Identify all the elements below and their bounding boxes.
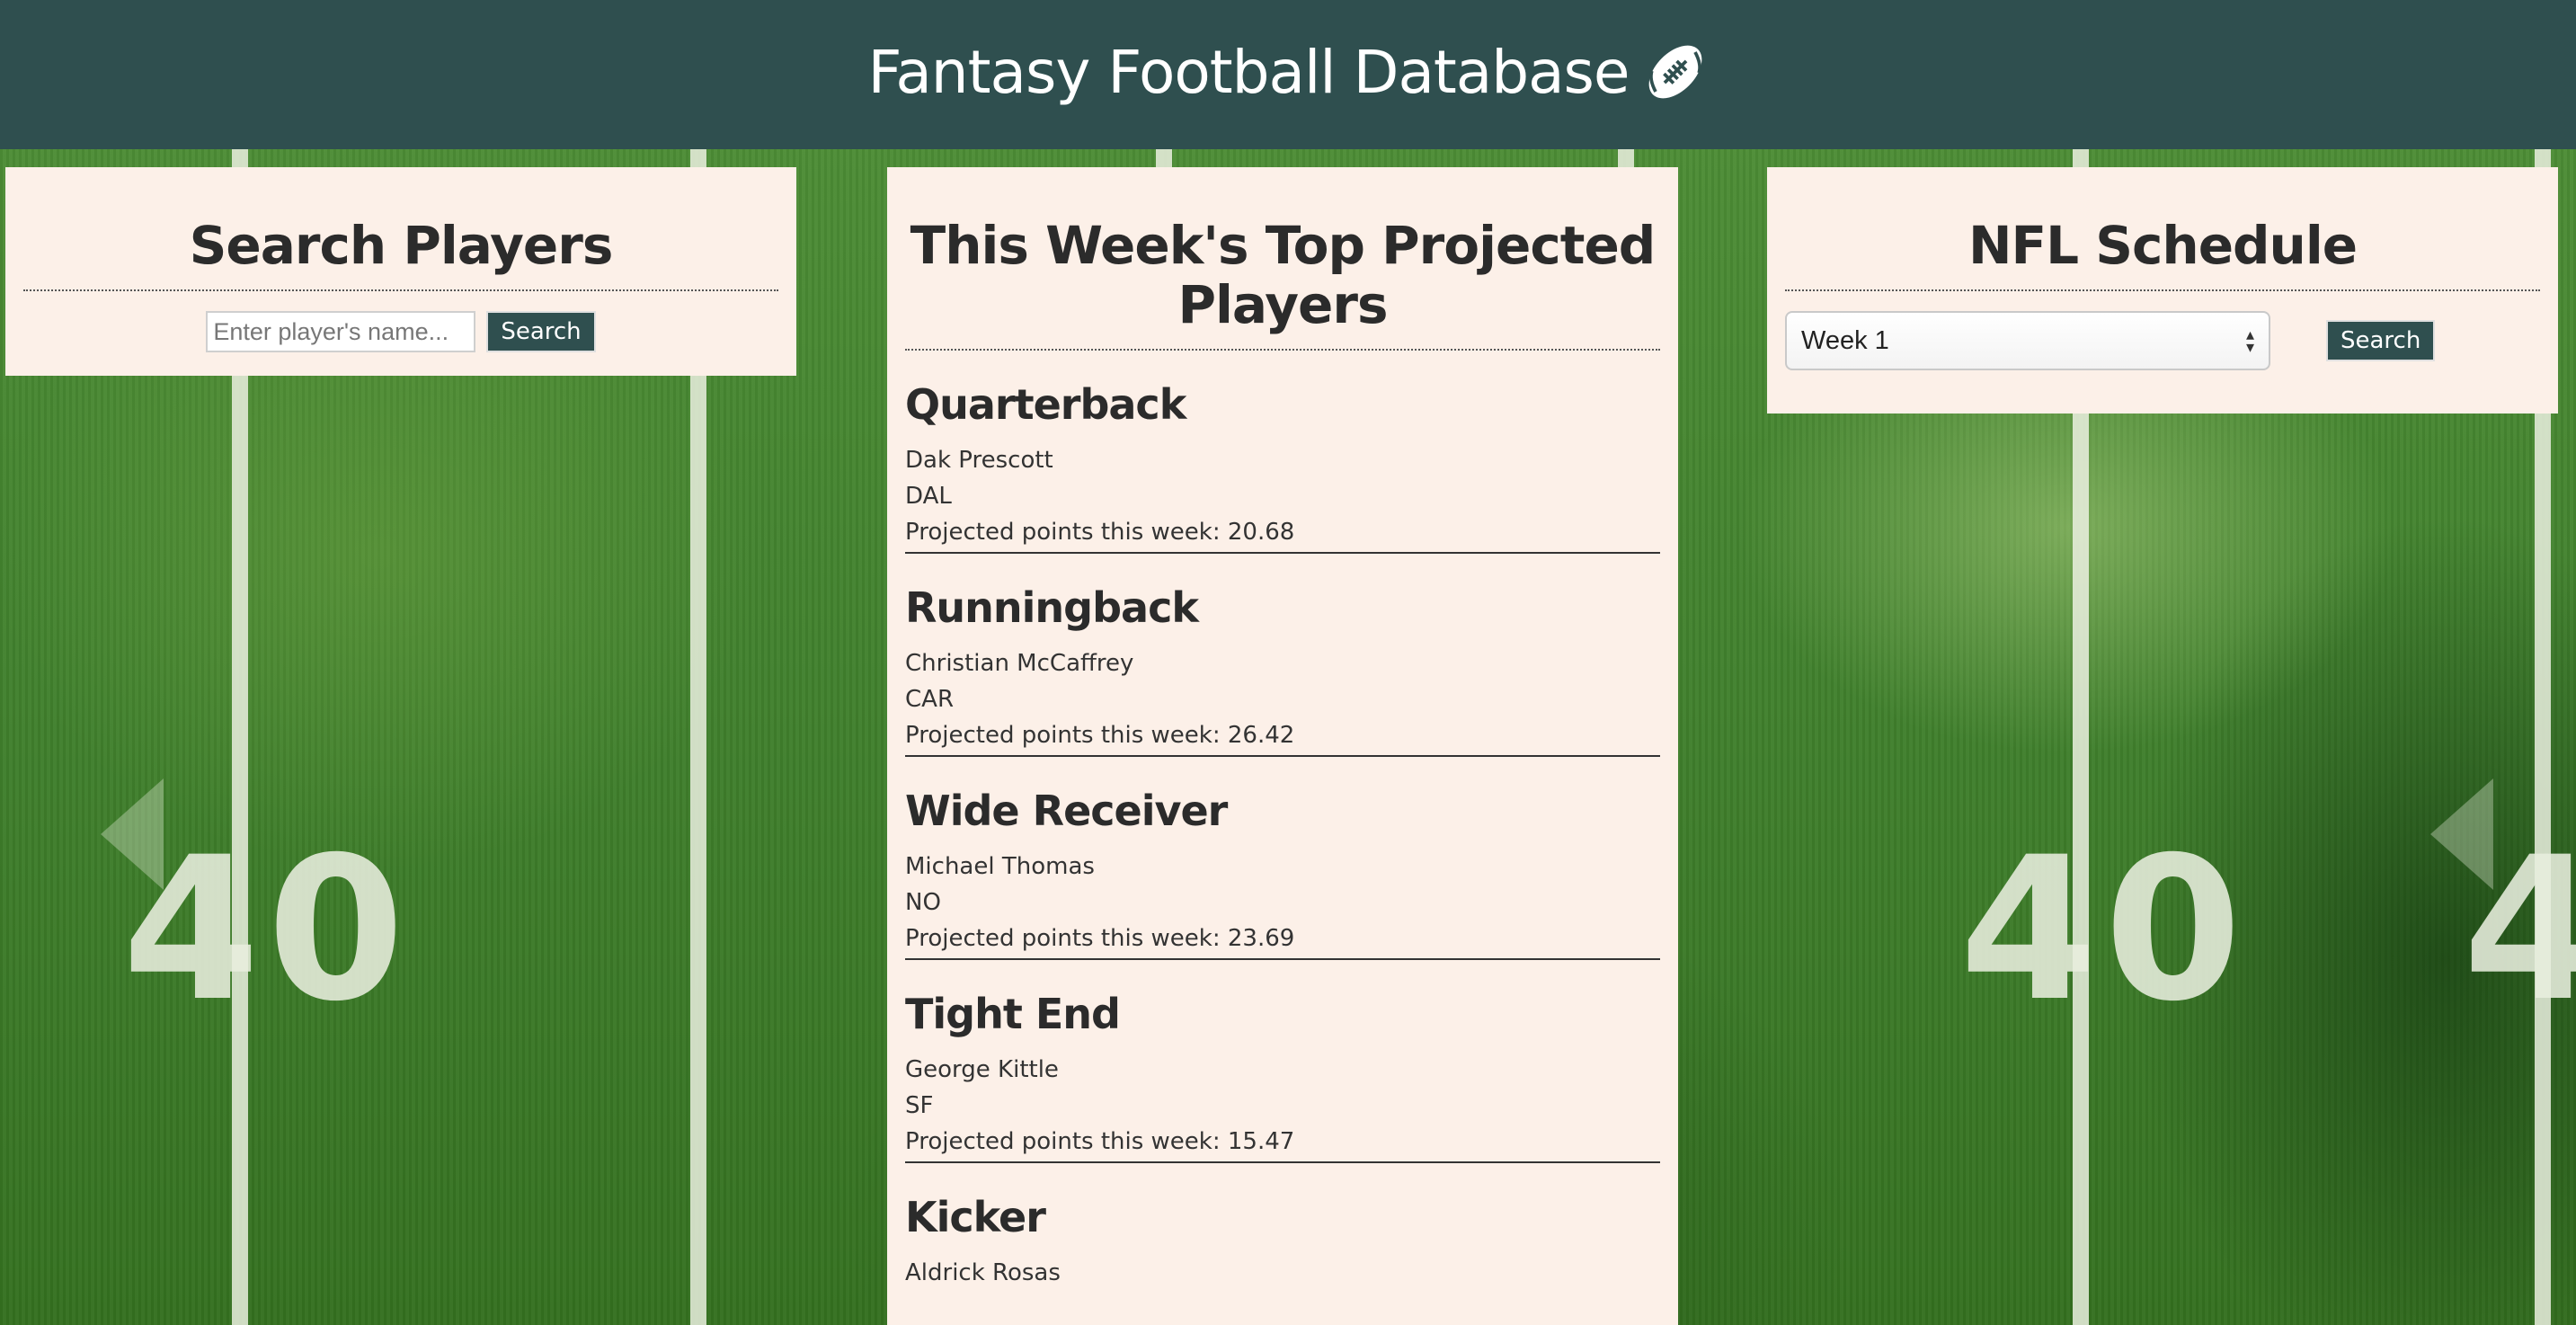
search-players-title: Search Players — [23, 167, 778, 291]
projected-points: Projected points this week: 23.69 — [905, 925, 1295, 952]
player-team: DAL — [905, 483, 952, 510]
position-title: Tight End — [905, 990, 1121, 1038]
top-projected-players-panel: This Week's Top Projected Players Quarte… — [887, 167, 1678, 1325]
player-team: NO — [905, 889, 941, 916]
player-name: Aldrick Rosas — [905, 1259, 1061, 1286]
player-team: CAR — [905, 686, 955, 713]
position-title: Kicker — [905, 1193, 1046, 1241]
player-search-button[interactable]: Search — [486, 311, 596, 352]
week-select-value: Week 1 — [1801, 325, 1889, 355]
yard-number: 40 — [1959, 814, 2250, 1045]
position-block-tight-end: Tight End George Kittle SF Projected poi… — [905, 960, 1660, 1163]
projected-points: Projected points this week: 20.68 — [905, 519, 1295, 546]
position-block-runningback: Runningback Christian McCaffrey CAR Proj… — [905, 554, 1660, 757]
projected-points: Projected points this week: 15.47 — [905, 1128, 1295, 1155]
week-select[interactable]: Week 1 ▴ ▾ — [1785, 311, 2270, 370]
schedule-form: Week 1 ▴ ▾ Search — [1785, 291, 2540, 370]
player-name: Michael Thomas — [905, 853, 1095, 880]
football-icon — [1648, 45, 1701, 99]
nfl-schedule-title: NFL Schedule — [1785, 167, 2540, 291]
position-title: Wide Receiver — [905, 787, 1228, 835]
player-name: Christian McCaffrey — [905, 650, 1134, 677]
site-title: Fantasy Football Database — [867, 37, 1630, 107]
projected-points: Projected points this week: 26.42 — [905, 722, 1295, 749]
select-arrows-icon: ▴ ▾ — [2245, 325, 2254, 356]
player-name: George Kittle — [905, 1056, 1059, 1083]
position-block-wide-receiver: Wide Receiver Michael Thomas NO Projecte… — [905, 757, 1660, 960]
yard-number: 4 — [2463, 814, 2576, 1045]
player-team: SF — [905, 1092, 934, 1119]
yard-number: 40 — [122, 814, 413, 1045]
player-name-input[interactable] — [206, 311, 476, 352]
nfl-schedule-panel: NFL Schedule Week 1 ▴ ▾ Search — [1767, 167, 2558, 414]
schedule-search-button[interactable]: Search — [2326, 320, 2436, 361]
player-search-form: Search — [23, 291, 778, 352]
search-players-panel: Search Players Search — [5, 167, 796, 376]
position-title: Runningback — [905, 583, 1199, 632]
position-block-kicker: Kicker Aldrick Rosas — [905, 1163, 1660, 1293]
position-title: Quarterback — [905, 380, 1186, 429]
top-projected-title: This Week's Top Projected Players — [905, 167, 1660, 351]
position-block-quarterback: Quarterback Dak Prescott DAL Projected p… — [905, 351, 1660, 554]
site-header: Fantasy Football Database — [0, 0, 2576, 149]
player-name: Dak Prescott — [905, 447, 1053, 474]
